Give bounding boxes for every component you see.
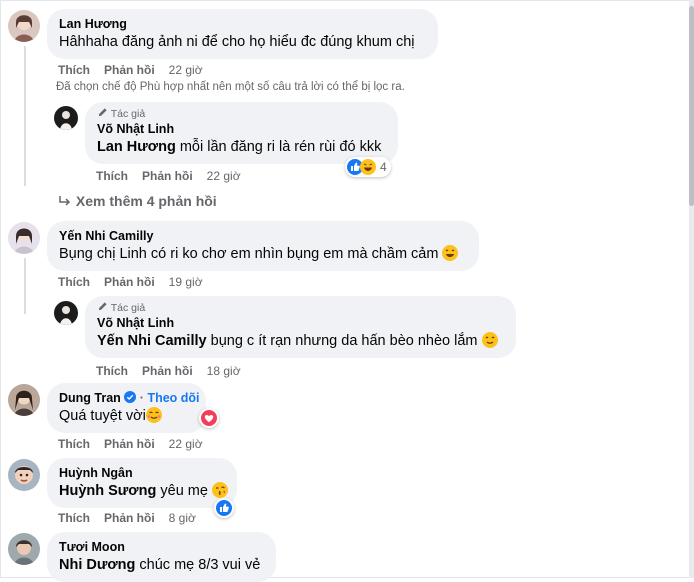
haha-reaction-icon [360,159,376,175]
verified-badge-icon [124,391,137,403]
like-button[interactable]: Thích [58,275,90,289]
love-reaction-icon [201,410,217,426]
view-more-replies-label[interactable]: Xem thêm 4 phản hồi [76,193,217,209]
reaction-summary[interactable] [199,408,219,428]
comment-actions: Thích Phản hồi 19 giờ [58,275,217,289]
thread-line [24,258,26,314]
commenter-name[interactable]: Huỳnh Ngân [59,465,225,481]
comment-text: Hâhhaha đăng ảnh ni để cho họ hiểu đc đú… [59,34,415,50]
comment-timestamp[interactable]: 8 giờ [169,511,196,525]
pencil-icon [98,302,107,311]
comment-timestamp[interactable]: 19 giờ [169,275,203,289]
reply-timestamp[interactable]: 22 giờ [207,169,241,183]
reaction-count: 4 [380,160,387,174]
reply-actions: Thích Phản hồi 22 giờ [96,169,255,183]
reply-button[interactable]: Phản hồi [104,511,155,525]
comment-bubble: Dung Tran · Theo dõi Quá tuyệt vời [47,383,206,433]
comment-actions: Thích Phản hồi 8 giờ [58,511,210,525]
reaction-summary[interactable] [214,498,234,518]
reply-button[interactable]: Phản hồi [104,63,155,77]
author-tag-label: Tác giả [110,108,146,120]
comment-bubble: Lan Hương Hâhhaha đăng ảnh ni để cho họ … [47,9,438,59]
scrollbar-thumb[interactable] [689,6,694,206]
pencil-icon [98,108,107,117]
commenter-name[interactable]: Tươi Moon [59,539,264,555]
reply-button[interactable]: Phản hồi [104,437,155,451]
comment-text: Lan Hương mỗi lần đăng ri là rén rùi đó … [97,137,386,157]
like-button[interactable]: Thích [58,437,90,451]
thread-line [24,46,26,186]
in-love-emoji-icon [145,407,162,423]
avatar[interactable] [54,106,78,130]
reply-timestamp[interactable]: 18 giờ [207,364,241,378]
like-button[interactable]: Thích [96,169,128,183]
avatar[interactable] [8,459,40,491]
follow-button[interactable]: Theo dõi [147,391,199,405]
comment-timestamp[interactable]: 22 giờ [169,63,203,77]
comment-text: Yến Nhi Camilly bụng c ít rạn nhưng da h… [97,331,504,351]
author-tag: Tác giả [97,301,504,315]
comment-actions: Thích Phản hồi 22 giờ [58,437,217,451]
avatar[interactable] [8,10,40,42]
reply-button[interactable]: Phản hồi [142,364,193,378]
like-button[interactable]: Thích [96,364,128,378]
kiss-emoji-icon [211,482,228,498]
view-more-replies[interactable]: Xem thêm 4 phản hồi [58,193,217,209]
commenter-name[interactable]: Yến Nhi Camilly [59,228,467,244]
smile-emoji-icon [481,332,498,348]
reply-button[interactable]: Phản hồi [142,169,193,183]
comment-bubble: Yến Nhi Camilly Bụng chị Linh có ri ko c… [47,221,479,271]
separator-dot: · [139,391,144,405]
commenter-name[interactable]: Dung Tran [59,391,121,405]
scrollbar[interactable] [689,0,694,578]
reply-button[interactable]: Phản hồi [104,275,155,289]
comment-bubble: Tươi Moon Nhi Dương chúc mẹ 8/3 vui vẻ [47,532,276,582]
mention-link[interactable]: Lan Hương [97,139,176,155]
commenter-name[interactable]: Võ Nhật Linh [97,121,386,137]
reply-bubble: Tác giả Võ Nhật Linh Yến Nhi Camilly bụn… [85,296,516,358]
reaction-summary[interactable]: 4 [345,157,391,177]
comment-bubble: Huỳnh Ngân Huỳnh Sương yêu mẹ [47,458,237,508]
author-tag-label: Tác giả [110,302,146,314]
smile-emoji-icon [442,245,459,261]
commenter-name[interactable]: Lan Hương [59,16,426,32]
reply-actions: Thích Phản hồi 18 giờ [96,364,255,378]
mention-link[interactable]: Yến Nhi Camilly [97,333,207,349]
comment-header: Dung Tran · Theo dõi [59,390,200,406]
avatar[interactable] [8,384,40,416]
comment-body: yêu mẹ [160,483,208,499]
comment-actions: Thích Phản hồi 22 giờ [58,63,217,77]
reply-text: bụng c ít rạn nhưng da hấn bèo nhèo lắm [210,333,478,349]
author-tag: Tác giả [97,107,386,121]
filter-note: Đã chọn chế độ Phù hợp nhất nên một số c… [56,81,405,93]
avatar[interactable] [8,222,40,254]
mention-link[interactable]: Huỳnh Sương [59,483,156,499]
like-reaction-icon [216,500,232,516]
reply-arrow-icon [59,196,71,206]
like-button[interactable]: Thích [58,511,90,525]
comment-body: Bụng chị Linh có ri ko chơ em nhìn bụng … [59,246,439,262]
comment-text: Huỳnh Sương yêu mẹ [59,481,228,501]
comment-body: Quá tuyệt vời [59,408,146,424]
comment-text: Nhi Dương chúc mẹ 8/3 vui vẻ [59,555,264,575]
avatar[interactable] [54,301,78,325]
comment-timestamp[interactable]: 22 giờ [169,437,203,451]
avatar[interactable] [8,533,40,565]
like-button[interactable]: Thích [58,63,90,77]
reply-bubble: Tác giả Võ Nhật Linh Lan Hương mỗi lần đ… [85,102,398,164]
comment-body: chúc mẹ 8/3 vui vẻ [139,557,261,573]
reply-text: mỗi lần đăng ri là rén rùi đó kkk [179,139,382,155]
mention-link[interactable]: Nhi Dương [59,557,135,573]
commenter-name[interactable]: Võ Nhật Linh [97,315,504,331]
comment-text: Bụng chị Linh có ri ko chơ em nhìn bụng … [59,244,467,264]
comment-text: Quá tuyệt vời [59,406,194,426]
